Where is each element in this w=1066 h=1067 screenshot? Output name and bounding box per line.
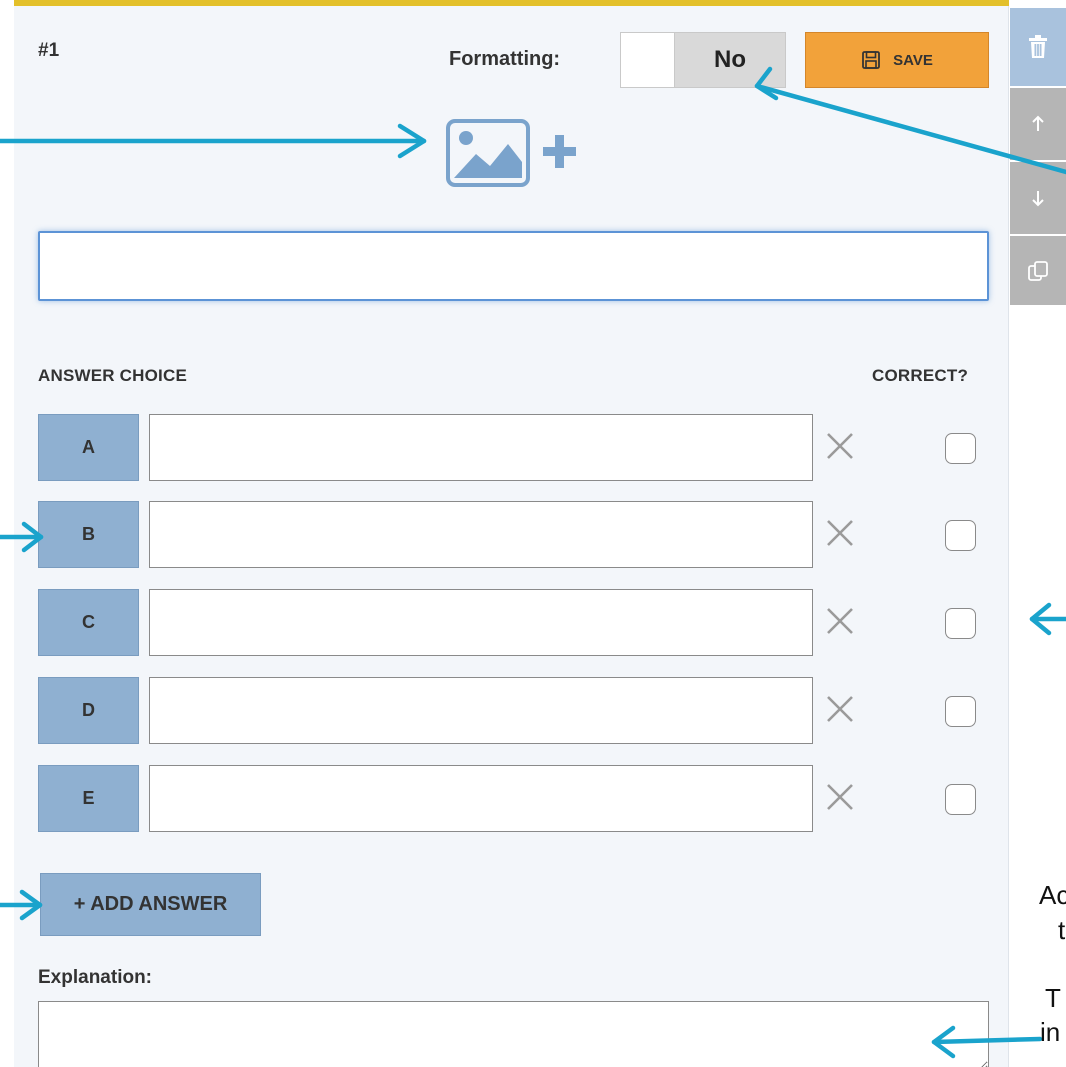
answer-letter-e[interactable]: E: [38, 765, 139, 832]
formatting-label: Formatting:: [449, 48, 561, 70]
side-toolbar: [1010, 8, 1066, 305]
duplicate-question-button[interactable]: [1010, 236, 1066, 305]
correct-checkbox-b[interactable]: [945, 520, 976, 551]
arrow-up-icon: [1032, 115, 1044, 131]
explanation-label: Explanation:: [38, 967, 153, 988]
arrow-down-icon: [1032, 191, 1044, 207]
answer-letter-b[interactable]: B: [38, 501, 139, 568]
answer-row: E: [38, 765, 989, 832]
answer-row: D: [38, 677, 989, 744]
answer-letter-c[interactable]: C: [38, 589, 139, 656]
delete-question-button[interactable]: [1010, 8, 1066, 86]
move-down-button[interactable]: [1010, 162, 1066, 234]
add-image-button[interactable]: [446, 118, 586, 190]
save-button[interactable]: SAVE: [805, 32, 989, 88]
formatting-toggle-value: No: [714, 46, 746, 73]
remove-answer-icon[interactable]: [822, 779, 858, 815]
answer-row: B: [38, 501, 989, 568]
answer-row: A: [38, 414, 989, 481]
question-text-input[interactable]: [38, 231, 989, 301]
remove-answer-icon[interactable]: [822, 428, 858, 464]
annotation-text: Ac: [1039, 880, 1066, 910]
answer-input-c[interactable]: [149, 589, 813, 656]
toggle-knob: [621, 33, 675, 87]
correct-checkbox-a[interactable]: [945, 433, 976, 464]
remove-answer-icon[interactable]: [822, 603, 858, 639]
annotation-text: t: [1058, 915, 1066, 945]
correct-checkbox-d[interactable]: [945, 696, 976, 727]
correct-checkbox-c[interactable]: [945, 608, 976, 639]
answer-input-e[interactable]: [149, 765, 813, 832]
answer-input-d[interactable]: [149, 677, 813, 744]
answer-input-b[interactable]: [149, 501, 813, 568]
answer-row: C: [38, 589, 989, 656]
save-label: SAVE: [893, 51, 933, 69]
formatting-toggle[interactable]: No: [620, 32, 786, 88]
correct-header: CORRECT?: [872, 366, 969, 385]
correct-checkbox-e[interactable]: [945, 784, 976, 815]
annotation-text: in: [1040, 1017, 1061, 1047]
annotation-text: T: [1045, 983, 1061, 1013]
trash-icon: [1029, 35, 1047, 58]
copy-icon: [1028, 260, 1048, 281]
remove-answer-icon[interactable]: [822, 515, 858, 551]
remove-answer-icon[interactable]: [822, 691, 858, 727]
answer-letter-d[interactable]: D: [38, 677, 139, 744]
move-up-button[interactable]: [1010, 88, 1066, 160]
answer-input-a[interactable]: [149, 414, 813, 481]
answer-choice-header: ANSWER CHOICE: [38, 366, 187, 385]
explanation-input[interactable]: [38, 1001, 989, 1067]
save-icon: [862, 51, 881, 69]
question-number: #1: [38, 40, 60, 61]
add-answer-button[interactable]: + ADD ANSWER: [40, 873, 261, 936]
accent-bar: [14, 0, 1009, 6]
image-add-icon: [446, 119, 576, 187]
answer-letter-a[interactable]: A: [38, 414, 139, 481]
